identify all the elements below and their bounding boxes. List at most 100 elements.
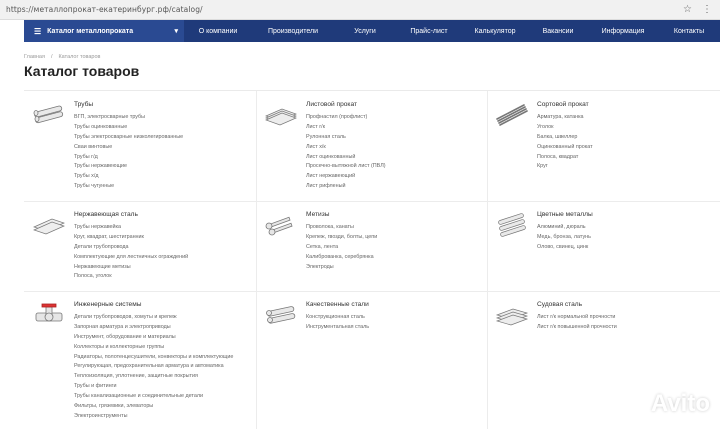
category-link[interactable]: Трубы нержавеющие — [74, 162, 183, 172]
category-link[interactable]: Арматура, катанка — [537, 113, 593, 123]
quality-steel-icon — [264, 301, 298, 327]
category-card-pipes[interactable]: Трубы ВГП, электросварные трубы Трубы оц… — [24, 91, 256, 201]
category-title[interactable]: Трубы — [74, 101, 93, 108]
category-link[interactable]: Инструментальная сталь — [306, 323, 369, 333]
category-link[interactable]: Трубы канализационные и соединительные д… — [74, 392, 233, 402]
category-link[interactable]: Полоса, квадрат — [537, 153, 593, 163]
category-link[interactable]: Трубы х/д — [74, 172, 183, 182]
category-card-nonferrous[interactable]: Цветные металлы Алюминий, дюраль Медь, б… — [487, 201, 720, 291]
category-links: Детали трубопроводов, хомуты и крепеж За… — [74, 313, 233, 422]
category-link[interactable]: Полоса, уголок — [74, 272, 188, 282]
nav-item-services[interactable]: Услуги — [334, 20, 396, 42]
category-link[interactable]: Трубы оцинкованные — [74, 123, 183, 133]
category-card-quality-steel[interactable]: Качественные стали Конструкционная сталь… — [256, 291, 487, 429]
fasteners-icon — [264, 211, 298, 237]
category-link[interactable]: Лист нержавеющий — [306, 172, 386, 182]
category-link[interactable]: Комплектующие для лестничных ограждений — [74, 253, 188, 263]
catalog-menu-button[interactable]: ☰ Каталог металлопроката ▾ — [24, 20, 184, 42]
category-title[interactable]: Судовая сталь — [537, 301, 582, 308]
category-card-long-products[interactable]: Сортовой прокат Арматура, катанка Уголок… — [487, 91, 720, 201]
category-link[interactable]: Калиброванка, серебрянка — [306, 253, 377, 263]
category-link[interactable]: Детали трубопровода — [74, 243, 188, 253]
category-link[interactable]: Электроды — [306, 263, 377, 273]
url-text[interactable]: https://металлопрокат-екатеринбург.рф/ca… — [6, 5, 203, 14]
catalog-grid: Трубы ВГП, электросварные трубы Трубы оц… — [24, 90, 720, 428]
category-link[interactable]: Лист оцинкованный — [306, 153, 386, 163]
category-link[interactable]: Крепеж, гвозди, болты, цепи — [306, 233, 377, 243]
nav-item-vacancies[interactable]: Вакансии — [528, 20, 588, 42]
category-title[interactable]: Листовой прокат — [306, 101, 357, 108]
breadcrumb: Главная / Каталог товаров — [24, 54, 100, 60]
category-card-stainless[interactable]: Нержавеющая сталь Трубы нержавейка Круг,… — [24, 201, 256, 291]
category-title[interactable]: Нержавеющая сталь — [74, 211, 138, 218]
category-link[interactable]: Олово, свинец, цинк — [537, 243, 591, 253]
category-link[interactable]: Балка, швеллер — [537, 133, 593, 143]
more-icon[interactable]: ⋮ — [702, 4, 712, 15]
category-link[interactable]: Трубы и фитинги — [74, 382, 233, 392]
category-links: Проволока, канаты Крепеж, гвозди, болты,… — [306, 223, 377, 272]
category-link[interactable]: Лист г/к — [306, 123, 386, 133]
category-link[interactable]: Теплоизоляция, уплотнение, защитные покр… — [74, 372, 233, 382]
category-link[interactable]: Проволока, канаты — [306, 223, 377, 233]
category-link[interactable]: Электроинструменты — [74, 412, 233, 422]
category-title[interactable]: Метизы — [306, 211, 329, 218]
category-title[interactable]: Сортовой прокат — [537, 101, 589, 108]
category-link[interactable]: Алюминий, дюраль — [537, 223, 591, 233]
category-card-sheet[interactable]: Листовой прокат Профнастил (профлист) Ли… — [256, 91, 487, 201]
nav-item-about[interactable]: О компании — [184, 20, 252, 42]
category-link[interactable]: Лист х/к — [306, 143, 386, 153]
category-link[interactable]: Трубы нержавейка — [74, 223, 188, 233]
avito-logo-icon — [622, 391, 648, 417]
category-link[interactable]: Трубы чугунные — [74, 182, 183, 192]
breadcrumb-separator: / — [51, 54, 53, 60]
page-title: Каталог товаров — [24, 63, 139, 79]
category-title[interactable]: Цветные металлы — [537, 211, 593, 218]
hamburger-icon: ☰ — [34, 27, 41, 36]
category-links: Конструкционная сталь Инструментальная с… — [306, 313, 369, 333]
category-link[interactable]: Конструкционная сталь — [306, 313, 369, 323]
category-links: Трубы нержавейка Круг, квадрат, шестигра… — [74, 223, 188, 282]
category-link[interactable]: Профнастил (профлист) — [306, 113, 386, 123]
browser-toolbar-icons: ☆ ⋮ — [683, 4, 712, 15]
category-link[interactable]: Радиаторы, полотенцесушители, конвекторы… — [74, 353, 233, 363]
category-link[interactable]: Круг, квадрат, шестигранник — [74, 233, 188, 243]
category-link[interactable]: Коллекторы и коллекторные группы — [74, 343, 233, 353]
category-title[interactable]: Качественные стали — [306, 301, 369, 308]
nav-item-info[interactable]: Информация — [588, 20, 658, 42]
category-link[interactable]: Лист г/к повышенной прочности — [537, 323, 617, 333]
category-link[interactable]: Лист г/к нормальной прочности — [537, 313, 617, 323]
category-link[interactable]: Рулонная сталь — [306, 133, 386, 143]
category-link[interactable]: Регулирующая, предохранительная арматура… — [74, 362, 233, 372]
nav-item-manufacturers[interactable]: Производители — [252, 20, 334, 42]
category-link[interactable]: Трубы г/д — [74, 153, 183, 163]
nonferrous-icon — [495, 211, 529, 237]
category-link[interactable]: Сетка, лента — [306, 243, 377, 253]
category-link[interactable]: Сваи винтовые — [74, 143, 183, 153]
chevron-down-icon: ▾ — [174, 27, 178, 35]
category-link[interactable]: Нержавеющие метизы — [74, 263, 188, 273]
ship-steel-icon — [495, 301, 529, 327]
nav-item-calculator[interactable]: Калькулятор — [462, 20, 528, 42]
rebar-icon — [495, 101, 529, 127]
nav-item-price-list[interactable]: Прайс-лист — [396, 20, 462, 42]
category-link[interactable]: Фильтры, грязевики, элеваторы — [74, 402, 233, 412]
nav-item-contacts[interactable]: Контакты — [658, 20, 720, 42]
category-link[interactable]: Детали трубопроводов, хомуты и крепеж — [74, 313, 233, 323]
category-link[interactable]: Просечно-вытяжной лист (ПВЛ) — [306, 162, 386, 172]
browser-address-bar[interactable]: https://металлопрокат-екатеринбург.рф/ca… — [0, 0, 720, 20]
category-card-engineering[interactable]: Инженерные системы Детали трубопроводов,… — [24, 291, 256, 429]
category-link[interactable]: Трубы электросварные низколегированные — [74, 133, 183, 143]
category-link[interactable]: Лист рифленый — [306, 182, 386, 192]
category-link[interactable]: ВГП, электросварные трубы — [74, 113, 183, 123]
category-link[interactable]: Медь, бронза, латунь — [537, 233, 591, 243]
star-icon[interactable]: ☆ — [683, 4, 692, 15]
category-link[interactable]: Круг — [537, 162, 593, 172]
category-link[interactable]: Инструмент, оборудование и материалы — [74, 333, 233, 343]
category-card-fasteners[interactable]: Метизы Проволока, канаты Крепеж, гвозди,… — [256, 201, 487, 291]
main-nav: ☰ Каталог металлопроката ▾ О компании Пр… — [24, 20, 720, 42]
category-link[interactable]: Оцинкованный прокат — [537, 143, 593, 153]
category-title[interactable]: Инженерные системы — [74, 301, 141, 308]
breadcrumb-home[interactable]: Главная — [24, 54, 45, 60]
category-link[interactable]: Запорная арматура и электроприводы — [74, 323, 233, 333]
category-link[interactable]: Уголок — [537, 123, 593, 133]
